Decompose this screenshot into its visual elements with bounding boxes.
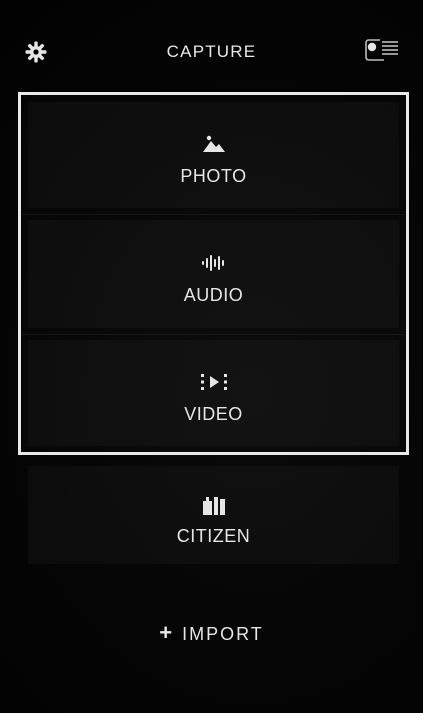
image-icon <box>194 124 234 164</box>
audio-label: AUDIO <box>183 284 244 305</box>
import-label: IMPORT <box>182 623 264 644</box>
photo-label: PHOTO <box>180 165 247 186</box>
photo-option[interactable]: PHOTO <box>22 96 405 214</box>
waveform-icon <box>194 243 234 283</box>
import-button[interactable]: + IMPORT <box>0 612 423 656</box>
citizen-icon <box>194 484 234 524</box>
audio-option[interactable]: AUDIO <box>22 214 405 334</box>
video-icon <box>194 362 234 402</box>
video-label: VIDEO <box>184 403 243 424</box>
plus-icon: + <box>159 620 173 645</box>
capture-screen: CAPTURE PHOTO AUDIO VIDEO CITIZEN + IMPO… <box>0 0 423 713</box>
video-option[interactable]: VIDEO <box>22 334 405 452</box>
citizen-option[interactable]: CITIZEN <box>22 460 405 570</box>
status-icon[interactable] <box>357 30 405 70</box>
citizen-label: CITIZEN <box>176 525 251 546</box>
top-bar: CAPTURE <box>0 0 423 96</box>
